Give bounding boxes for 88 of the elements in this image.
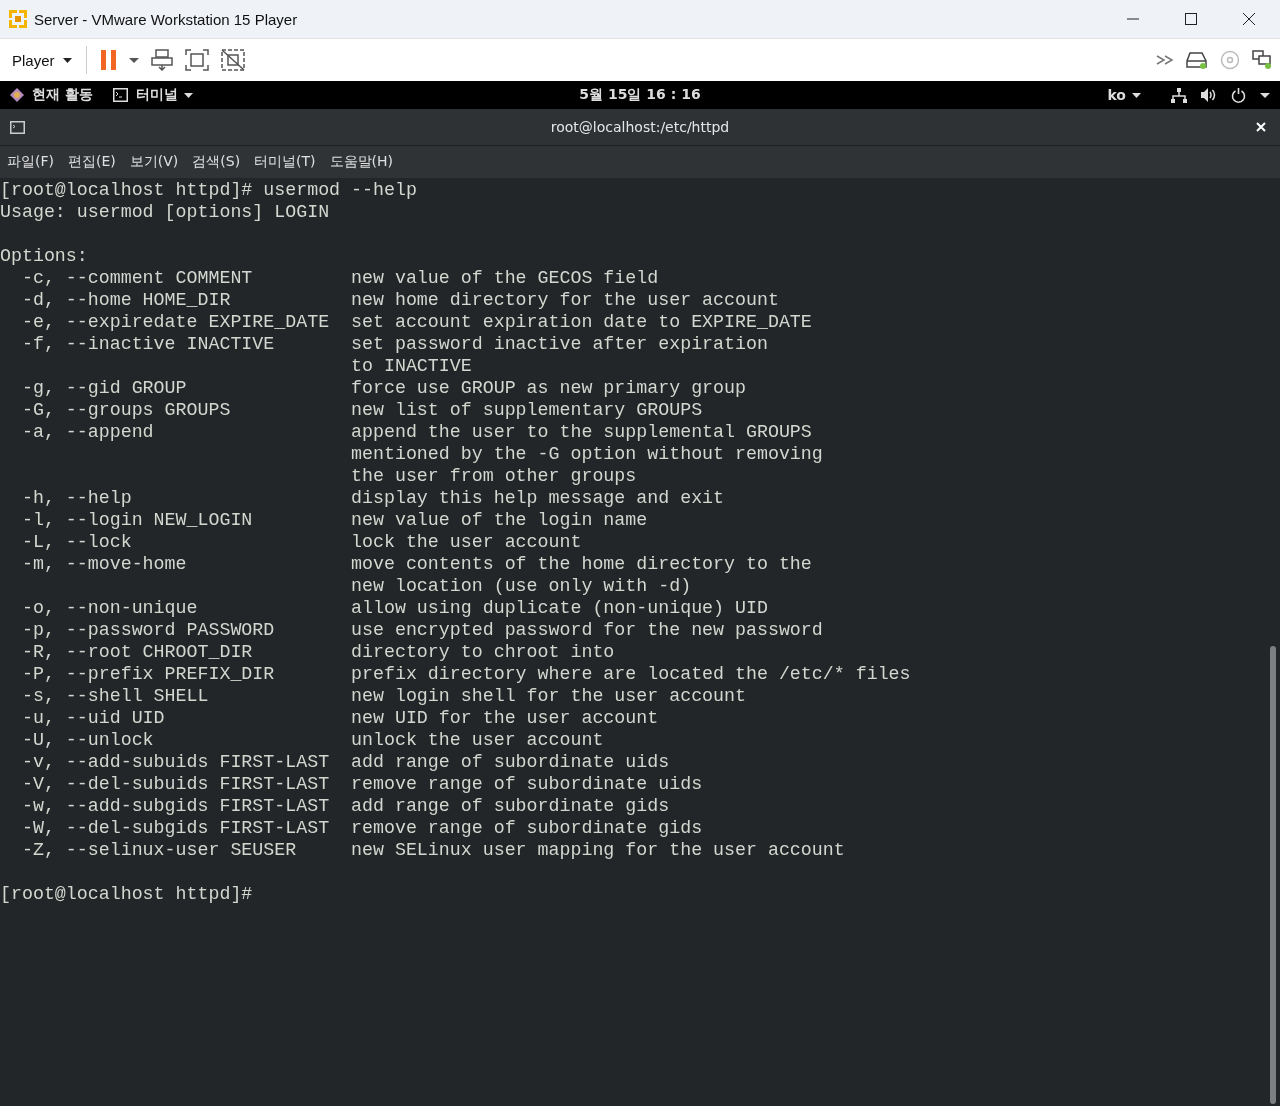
option-description: new list of supplementary GROUPS bbox=[351, 399, 703, 421]
shell-prompt: [root@localhost httpd]# bbox=[0, 883, 254, 905]
option-description: new SELinux user mapping for the user account bbox=[351, 839, 845, 861]
option-label: -V, --del-subuids FIRST-LAST bbox=[21, 773, 331, 795]
option-label: -f, --inactive INACTIVE bbox=[21, 333, 276, 355]
caret-icon[interactable] bbox=[62, 57, 72, 63]
terminal-icon bbox=[10, 120, 25, 134]
menu-item[interactable]: 보기(V) bbox=[129, 153, 179, 171]
option-description: the user from other groups bbox=[351, 465, 638, 487]
option-description: remove range of subordinate gids bbox=[351, 817, 703, 839]
option-description: mentioned by the -G option without removing bbox=[351, 443, 823, 465]
caret-icon[interactable] bbox=[183, 92, 193, 98]
fullscreen-icon[interactable] bbox=[184, 49, 209, 71]
double-chevron-icon[interactable] bbox=[1156, 55, 1174, 65]
option-description: display this help message and exit bbox=[351, 487, 725, 509]
pause-icon[interactable] bbox=[100, 50, 117, 70]
option-label: -P, --prefix PREFIX_DIR bbox=[21, 663, 276, 685]
window-title: Server - VMware Workstation 15 Player bbox=[34, 10, 298, 28]
option-label: -v, --add-subuids FIRST-LAST bbox=[21, 751, 331, 773]
maximize-icon[interactable] bbox=[1185, 13, 1197, 25]
option-label: -c, --comment COMMENT bbox=[21, 267, 254, 289]
input-method-button[interactable]: ko bbox=[1107, 87, 1141, 103]
option-label: -s, --shell SHELL bbox=[21, 685, 210, 707]
option-description: move contents of the home directory to the bbox=[351, 553, 812, 575]
volume-icon[interactable] bbox=[1201, 88, 1217, 102]
option-description: force use GROUP as new primary group bbox=[351, 377, 746, 399]
menu-item[interactable]: 편집(E) bbox=[68, 153, 116, 171]
option-description: add range of subordinate gids bbox=[351, 795, 670, 817]
option-label: -U, --unlock bbox=[21, 729, 155, 751]
option-label: -R, --root CHROOT_DIR bbox=[21, 641, 254, 663]
option-description: add range of subordinate uids bbox=[351, 751, 670, 773]
option-description: allow using duplicate (non-unique) UID bbox=[351, 597, 768, 619]
caret-icon[interactable] bbox=[1260, 92, 1270, 98]
send-keys-icon[interactable] bbox=[150, 49, 173, 71]
menu-item[interactable]: 파일(F) bbox=[7, 153, 54, 171]
option-description: unlock the user account bbox=[351, 729, 604, 751]
option-label: -G, --groups GROUPS bbox=[21, 399, 232, 421]
player-menu-button[interactable]: Player bbox=[12, 51, 72, 69]
option-description: set password inactive after expiration bbox=[351, 333, 768, 355]
option-label: -l, --login NEW_LOGIN bbox=[21, 509, 254, 531]
terminal-icon bbox=[112, 88, 128, 102]
option-label: -L, --lock bbox=[21, 531, 133, 553]
option-label: -w, --add-subgids FIRST-LAST bbox=[21, 795, 331, 817]
option-description: use encrypted password for the new password bbox=[351, 619, 823, 641]
options-heading: Options: bbox=[0, 245, 89, 267]
command-line: [root@localhost httpd]# usermod --help bbox=[0, 179, 418, 201]
terminal-title: root@localhost:/etc/httpd bbox=[550, 119, 730, 135]
activities-logo-icon bbox=[10, 88, 24, 102]
clock[interactable]: 5월 15일 16 : 16 bbox=[579, 86, 701, 104]
menu-item[interactable]: 터미널(T) bbox=[254, 153, 316, 171]
option-label: -u, --uid UID bbox=[21, 707, 166, 729]
option-description: remove range of subordinate uids bbox=[351, 773, 703, 795]
menu-item[interactable]: 검색(S) bbox=[192, 153, 241, 171]
option-description: lock the user account bbox=[351, 531, 582, 553]
power-icon[interactable] bbox=[1231, 87, 1246, 103]
option-label: -d, --home HOME_DIR bbox=[21, 289, 232, 311]
caret-icon[interactable] bbox=[1132, 92, 1141, 98]
option-description: directory to chroot into bbox=[351, 641, 615, 663]
option-label: -p, --password PASSWORD bbox=[21, 619, 276, 641]
unity-icon[interactable] bbox=[220, 49, 245, 71]
option-description: new home directory for the user account bbox=[351, 289, 779, 311]
option-label: -a, --append bbox=[21, 421, 155, 443]
option-description: new UID for the user account bbox=[351, 707, 659, 729]
usage-line: Usage: usermod [options] LOGIN bbox=[0, 201, 331, 223]
close-icon[interactable] bbox=[1243, 13, 1255, 25]
network-icon[interactable] bbox=[1171, 87, 1187, 103]
option-label: -o, --non-unique bbox=[21, 597, 199, 619]
app-menu-button[interactable]: 터미널 bbox=[135, 86, 193, 104]
option-label: -m, --move-home bbox=[21, 553, 188, 575]
option-label: -g, --gid GROUP bbox=[21, 377, 188, 399]
option-description: append the user to the supplemental GROUPS bbox=[351, 421, 813, 443]
option-description: to INACTIVE bbox=[351, 355, 473, 377]
app-logo-icon bbox=[8, 9, 28, 29]
option-description: new login shell for the user account bbox=[351, 685, 746, 707]
option-description: set account expiration date to EXPIRE_DATE bbox=[351, 311, 812, 333]
caret-icon[interactable] bbox=[128, 57, 139, 63]
menu-item[interactable]: 도움말(H) bbox=[329, 153, 394, 171]
option-label: -e, --expiredate EXPIRE_DATE bbox=[21, 311, 331, 333]
option-description: new value of the login name bbox=[351, 509, 648, 531]
option-description: new value of the GECOS field bbox=[351, 267, 659, 289]
option-label: -W, --del-subgids FIRST-LAST bbox=[21, 817, 331, 839]
option-description: prefix directory where are located the /etc/* files bbox=[351, 663, 911, 685]
option-label: -Z, --selinux-user SEUSER bbox=[21, 839, 298, 861]
activities-button[interactable]: 현재 활동 bbox=[32, 86, 93, 104]
option-description: new location (use only with -d) bbox=[351, 575, 693, 597]
network-adapter-icon[interactable] bbox=[1252, 50, 1272, 70]
option-label: -h, --help bbox=[21, 487, 133, 509]
scrollbar-thumb[interactable] bbox=[1270, 646, 1276, 1104]
